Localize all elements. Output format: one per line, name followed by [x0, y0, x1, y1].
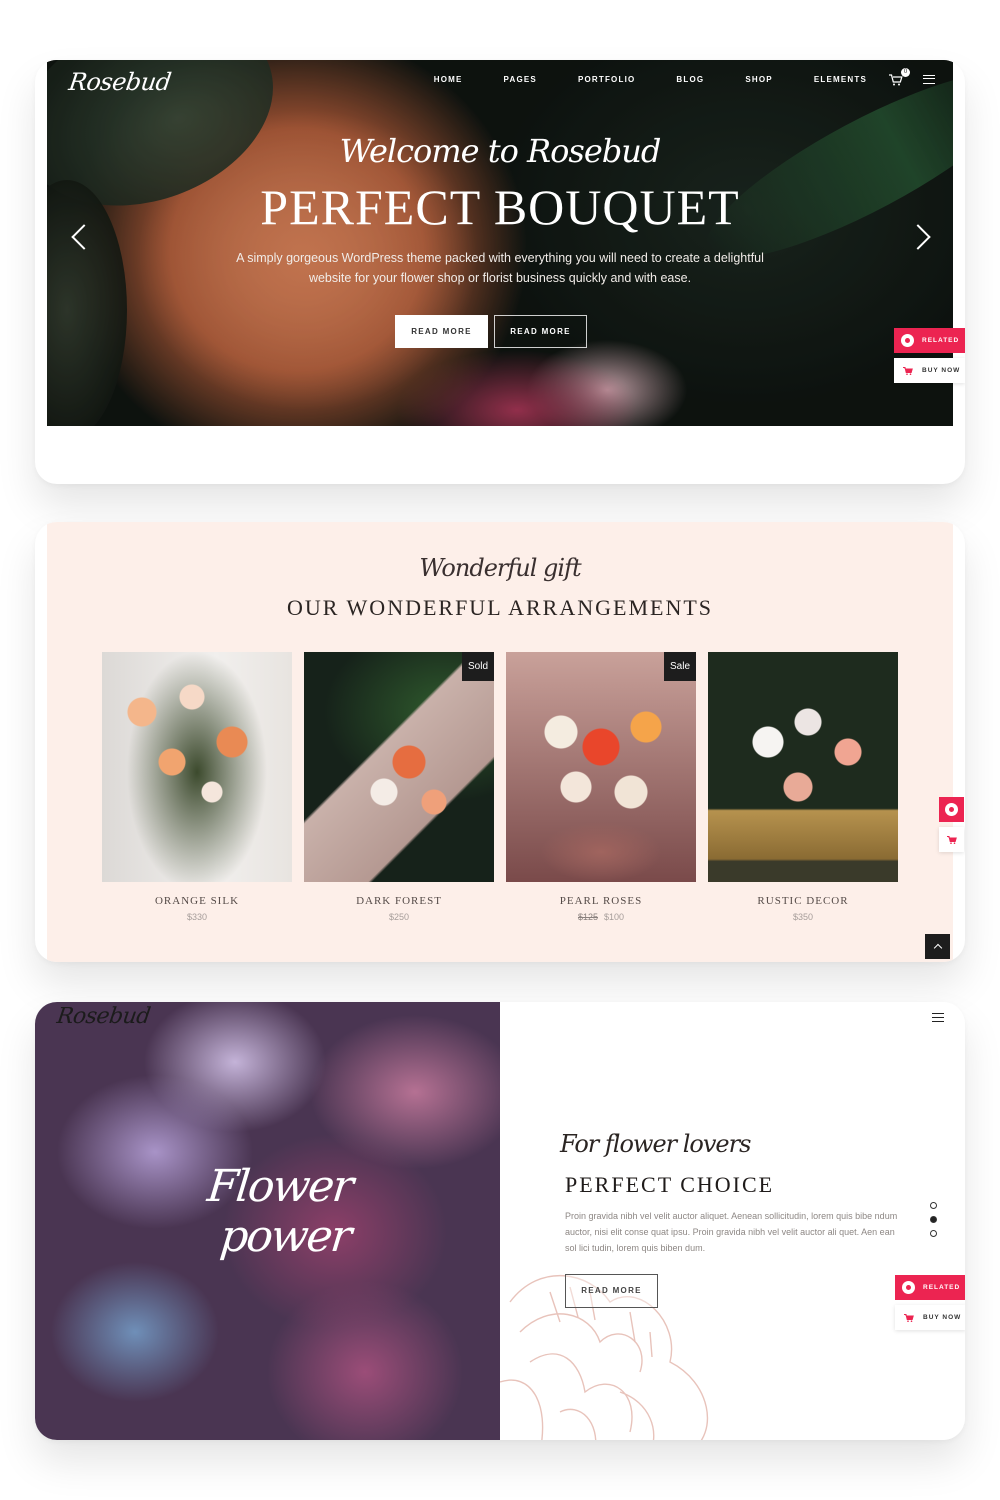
script-line: power	[217, 1211, 353, 1262]
cart-count-badge: 0	[901, 68, 910, 77]
product-price: $125 $100	[506, 912, 696, 922]
slide-dot-active[interactable]	[930, 1216, 937, 1223]
product-image[interactable]: Sold	[304, 652, 494, 882]
current-price: $100	[604, 912, 625, 922]
product-card[interactable]: Sold DARK FOREST $250	[304, 652, 494, 922]
product-grid: ORANGE SILK $330 Sold DARK FOREST $250 S…	[102, 652, 910, 922]
cart-icon	[946, 835, 957, 844]
related-button[interactable]: RELATED	[895, 1275, 965, 1300]
scroll-to-top-button[interactable]	[925, 934, 950, 959]
cart-icon	[889, 74, 903, 86]
section-script-heading: For flower lovers	[560, 1130, 751, 1158]
hero-slide: Rosebud HOME PAGES PORTFOLIO BLOG SHOP E…	[47, 60, 953, 426]
nav-pages[interactable]: PAGES	[504, 75, 537, 84]
nav-home[interactable]: HOME	[434, 75, 463, 84]
product-image[interactable]	[708, 652, 898, 882]
product-price: $330	[102, 912, 292, 922]
buy-now-label: BUY NOW	[922, 367, 961, 374]
product-name[interactable]: RUSTIC DECOR	[708, 895, 898, 907]
sale-badge: Sale	[663, 652, 696, 681]
product-image[interactable]	[102, 652, 292, 882]
related-ring-icon	[901, 334, 914, 347]
hamburger-menu-icon[interactable]	[923, 74, 935, 84]
product-card[interactable]: ORANGE SILK $330	[102, 652, 292, 922]
site-logo[interactable]: Rosebud	[67, 68, 173, 96]
hamburger-menu-icon[interactable]	[932, 1013, 944, 1022]
split-content: For flower lovers PERFECT CHOICE Proin g…	[500, 1002, 965, 1440]
current-price: $250	[388, 912, 410, 922]
slide-dot[interactable]	[930, 1202, 937, 1209]
nav-shop[interactable]: SHOP	[745, 75, 772, 84]
section-body-text: Proin gravida nibh vel velit auctor aliq…	[565, 1211, 898, 1253]
related-label: RELATED	[923, 1284, 961, 1291]
section-title: PERFECT CHOICE	[565, 1172, 775, 1197]
hero-script-heading: Welcome to Rosebud	[339, 132, 662, 170]
buy-now-label: BUY NOW	[923, 1314, 962, 1321]
product-price: $350	[708, 912, 898, 922]
section-title: OUR WONDERFUL ARRANGEMENTS	[286, 595, 714, 620]
product-name[interactable]: ORANGE SILK	[102, 895, 292, 907]
current-price: $350	[792, 912, 814, 922]
sold-badge: Sold	[461, 652, 494, 681]
nav-elements[interactable]: ELEMENTS	[814, 75, 867, 84]
cart-icon	[903, 366, 913, 375]
site-logo[interactable]: Rosebud	[55, 1004, 151, 1029]
read-more-outline-button[interactable]: READ MORE	[494, 315, 587, 348]
read-more-button[interactable]: READ MORE	[565, 1274, 658, 1308]
related-ring-icon	[945, 803, 958, 816]
product-price: $250	[304, 912, 494, 922]
related-button[interactable]: RELATED	[894, 328, 965, 353]
product-card[interactable]: Sale PEARL ROSES $125 $100	[506, 652, 696, 922]
section-script-heading: Wonderful gift	[419, 554, 581, 582]
hero-slider-card: Rosebud HOME PAGES PORTFOLIO BLOG SHOP E…	[35, 60, 965, 484]
slide-pagination	[930, 1202, 937, 1244]
hero-description: A simply gorgeous WordPress theme packed…	[236, 251, 764, 285]
slide-dot[interactable]	[930, 1230, 937, 1237]
image-script-text: Flower power	[200, 1161, 358, 1262]
related-label: RELATED	[922, 337, 960, 344]
hero-title: PERFECT BOUQUET	[260, 179, 740, 235]
product-name[interactable]: DARK FOREST	[304, 895, 494, 907]
buy-now-button[interactable]: BUY NOW	[894, 358, 965, 383]
hydrangea-image: Rosebud Flower power	[35, 1002, 500, 1440]
buy-now-button[interactable]: BUY NOW	[895, 1305, 965, 1330]
arrangements-card: Wonderful gift OUR WONDERFUL ARRANGEMENT…	[35, 522, 965, 962]
current-price: $330	[186, 912, 208, 922]
nav-blog[interactable]: BLOG	[676, 75, 704, 84]
main-nav: HOME PAGES PORTFOLIO BLOG SHOP ELEMENTS …	[434, 68, 935, 86]
nav-portfolio[interactable]: PORTFOLIO	[578, 75, 635, 84]
product-name[interactable]: PEARL ROSES	[506, 895, 696, 907]
related-ring-icon	[902, 1281, 915, 1294]
buy-now-button[interactable]	[939, 827, 964, 852]
related-button[interactable]	[939, 797, 964, 822]
old-price: $125	[577, 912, 598, 922]
product-card[interactable]: RUSTIC DECOR $350	[708, 652, 898, 922]
product-image[interactable]: Sale	[506, 652, 696, 882]
read-more-button[interactable]: READ MORE	[395, 315, 488, 348]
cart-button[interactable]: 0	[889, 68, 910, 86]
split-feature-card: Rosebud Flower power For flower lovers P…	[35, 1002, 965, 1440]
cart-icon	[904, 1313, 914, 1322]
script-line: Flower	[205, 1161, 355, 1212]
